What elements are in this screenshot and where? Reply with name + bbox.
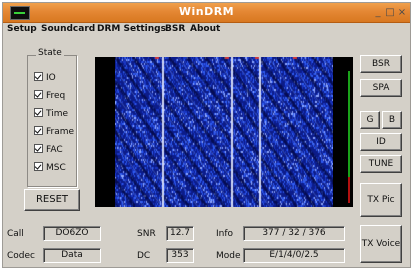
state-group: State IO Freq Time Frame FAC MSC — [27, 48, 77, 187]
mode-label: Mode — [216, 251, 241, 261]
menu-setup[interactable]: Setup — [7, 24, 37, 34]
codec-field: Data — [43, 248, 101, 263]
call-label: Call — [7, 229, 24, 239]
bsr-button[interactable]: BSR — [360, 55, 402, 73]
tx-voice-button[interactable]: TX Voice — [360, 225, 402, 263]
state-time-label: Time — [46, 109, 69, 119]
state-time-checkbox[interactable]: Time — [34, 108, 68, 119]
main-window: WinDRM _ □ × Setup Soundcard DRM Setting… — [2, 2, 411, 268]
window-title: WinDRM — [178, 5, 235, 18]
state-io-label: IO — [46, 73, 56, 83]
tx-pic-button[interactable]: TX Pic — [360, 183, 402, 217]
state-msc-label: MSC — [46, 163, 66, 173]
codec-label: Codec — [7, 251, 35, 261]
info-field: 377 / 32 / 376 — [243, 226, 345, 241]
menu-bsr[interactable]: BSR — [165, 24, 185, 34]
maximize-icon[interactable]: □ — [385, 7, 395, 18]
state-freq-label: Freq — [46, 91, 66, 101]
title-bar[interactable]: WinDRM _ □ × — [3, 3, 410, 23]
state-frame-checkbox[interactable]: Frame — [34, 126, 74, 137]
call-field: DO6ZO — [43, 226, 101, 241]
checkbox-checked-icon — [34, 162, 43, 171]
state-freq-checkbox[interactable]: Freq — [34, 90, 65, 101]
menu-drm-settings[interactable]: DRM Settings — [97, 24, 166, 34]
waterfall-canvas — [115, 57, 333, 207]
checkbox-checked-icon — [34, 90, 43, 99]
state-io-checkbox[interactable]: IO — [34, 72, 56, 83]
reset-button[interactable]: RESET — [24, 189, 80, 211]
g-button[interactable]: G — [360, 111, 380, 129]
menu-about[interactable]: About — [190, 24, 220, 34]
menu-bar: Setup Soundcard DRM Settings BSR About — [3, 22, 410, 40]
minimize-icon[interactable]: _ — [373, 7, 383, 18]
state-msc-checkbox[interactable]: MSC — [34, 162, 66, 173]
state-fac-label: FAC — [46, 145, 63, 155]
checkbox-checked-icon — [34, 108, 43, 117]
spa-button[interactable]: SPA — [360, 79, 402, 97]
snr-label: SNR — [137, 229, 156, 239]
mode-field: E/1/4/0/2.5 — [243, 248, 345, 263]
checkbox-checked-icon — [34, 72, 43, 81]
state-frame-label: Frame — [46, 127, 75, 137]
snr-field: 12.7 — [166, 226, 194, 241]
checkbox-checked-icon — [34, 144, 43, 153]
signal-level-peak — [348, 177, 350, 203]
close-icon[interactable]: × — [397, 7, 407, 18]
info-label: Info — [216, 229, 234, 239]
dc-label: DC — [137, 251, 151, 261]
menu-soundcard[interactable]: Soundcard — [41, 24, 95, 34]
waterfall-display — [95, 57, 353, 207]
id-button[interactable]: ID — [360, 133, 402, 151]
b-button[interactable]: B — [382, 111, 402, 129]
state-fac-checkbox[interactable]: FAC — [34, 144, 63, 155]
dc-field: 353 — [166, 248, 194, 263]
state-title: State — [36, 48, 64, 58]
checkbox-checked-icon — [34, 126, 43, 135]
tune-button[interactable]: TUNE — [360, 155, 402, 173]
